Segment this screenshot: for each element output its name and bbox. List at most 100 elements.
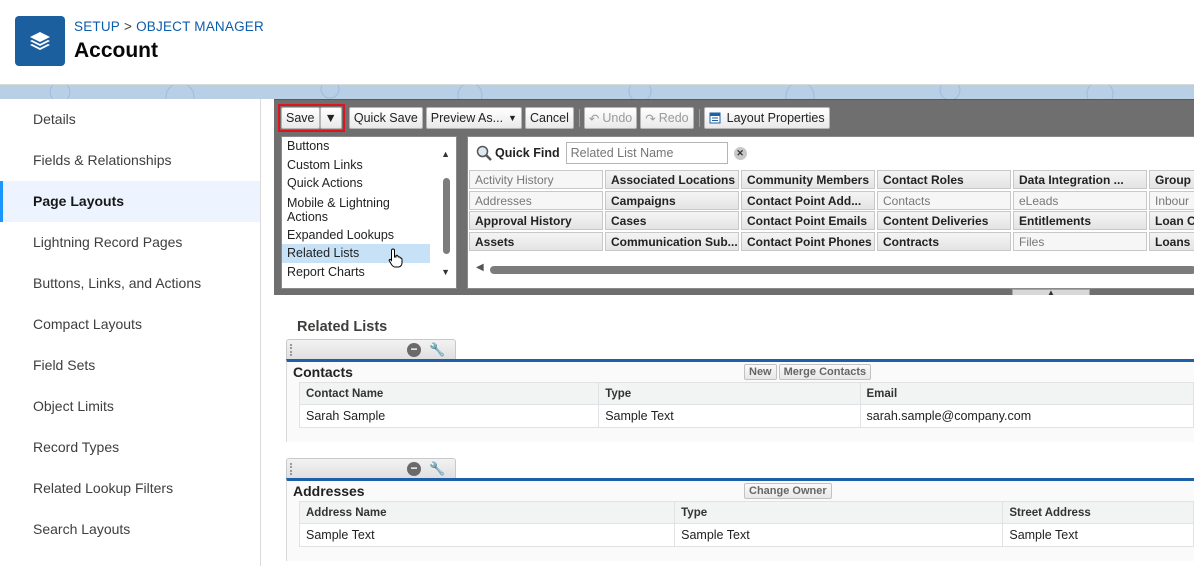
palette-item[interactable]: Assets [469,232,603,252]
save-button-group: Save ▼ [278,104,345,132]
remove-icon[interactable]: − [407,462,421,476]
layout-properties-button[interactable]: Layout Properties [703,107,830,129]
sidebar-item-page-layouts[interactable]: Page Layouts [0,181,260,222]
category-expanded-lookups[interactable]: Expanded Lookups [282,226,456,245]
palette-item[interactable]: Campaigns [605,190,739,210]
preview-as-button[interactable]: Preview As... ▼ [425,107,522,129]
undo-button[interactable]: ↶ Undo [583,107,638,129]
table-header-row: Contact Name Type Email [298,382,1194,405]
table-cell: sarah.sample@company.com [859,404,1194,428]
palette-item[interactable]: Contact Point Add... [741,190,875,210]
category-related-lists[interactable]: Related Lists [282,244,430,268]
drag-grip-icon[interactable] [290,463,293,475]
category-scrollbar[interactable]: ▲ ▼ [438,137,456,288]
palette-items-panel: Quick Find ✕ Activity HistoryAssociated … [467,136,1194,289]
new-button[interactable]: New [744,364,777,380]
related-list-body: Addresses Change Owner Address Name Type… [286,478,1194,561]
palette-item[interactable]: Entitlements [1013,211,1147,231]
quick-save-button[interactable]: Quick Save [348,107,423,129]
palette-item[interactable]: Associated Locations [605,170,739,189]
save-options-dropdown[interactable]: ▼ [319,107,342,129]
table-row: Sample Text Sample Text Sample Text [298,523,1194,547]
palette-horizontal-scrollbar[interactable]: ◀ [476,262,1194,275]
palette-item[interactable]: Contact Point Phones [741,232,875,252]
horizontal-scrollbar-thumb[interactable] [490,266,1194,274]
remove-icon[interactable]: − [407,343,421,357]
drag-grip-icon[interactable] [290,344,293,356]
column-header: Type [598,382,861,405]
scroll-up-arrow-icon[interactable]: ▲ [441,149,450,159]
palette-item[interactable]: eLeads [1013,190,1147,210]
breadcrumb-separator: > [124,19,133,34]
palette: Save ▼ Quick Save Preview As... ▼ Cancel … [274,99,1194,297]
wrench-icon[interactable]: 🔧 [429,342,445,358]
sidebar-item-lightning-record-pages[interactable]: Lightning Record Pages [0,222,260,263]
palette-item[interactable]: Contact Point Emails [741,211,875,231]
save-button[interactable]: Save [281,107,320,129]
redo-button[interactable]: ↷ Redo [640,107,694,129]
category-mobile-lightning-actions[interactable]: Mobile & Lightning Actions [282,193,427,226]
scrollbar-thumb[interactable] [443,178,450,254]
page-header: SETUP > OBJECT MANAGER Account [0,0,1194,85]
palette-category-list: Buttons Custom Links Quick Actions Mobil… [281,136,457,289]
related-list-handle[interactable]: − 🔧 [286,339,456,359]
breadcrumb-setup-link[interactable]: SETUP [74,19,120,34]
sidebar-item-related-lookup-filters[interactable]: Related Lookup Filters [0,468,260,509]
palette-item[interactable]: Approval History [469,211,603,231]
palette-item[interactable]: Data Integration ... [1013,170,1147,189]
table-cell: Sample Text [298,523,676,547]
breadcrumb-object-manager-link[interactable]: OBJECT MANAGER [136,19,264,34]
palette-item[interactable]: Loan C [1149,211,1194,231]
palette-item[interactable]: Addresses [469,190,603,210]
scroll-left-arrow-icon[interactable]: ◀ [476,262,484,273]
sidebar: Details Fields & Relationships Page Layo… [0,99,261,566]
quick-find-label: Quick Find [495,146,560,160]
table-row: Sarah Sample Sample Text sarah.sample@co… [298,404,1194,428]
sidebar-item-compact-layouts[interactable]: Compact Layouts [0,304,260,345]
palette-item[interactable]: Inbour [1149,190,1194,210]
category-quick-actions[interactable]: Quick Actions [282,174,456,193]
palette-item[interactable]: Contracts [877,232,1011,252]
sidebar-item-fields-relationships[interactable]: Fields & Relationships [0,140,260,181]
column-header: Street Address [1002,501,1194,524]
sidebar-item-details[interactable]: Details [0,99,260,140]
clear-search-icon[interactable]: ✕ [733,146,747,160]
section-title: Related Lists [297,319,388,335]
palette-item[interactable]: Content Deliveries [877,211,1011,231]
layout-properties-label: Layout Properties [726,111,825,125]
related-list-table: Address Name Type Street Address Sample … [298,501,1194,547]
quick-find: Quick Find ✕ [476,142,747,164]
category-custom-links[interactable]: Custom Links [282,156,456,175]
sidebar-item-field-sets[interactable]: Field Sets [0,345,260,386]
cancel-button[interactable]: Cancel [524,107,574,129]
change-owner-button[interactable]: Change Owner [744,483,832,499]
save-label: Save [286,111,315,125]
preview-as-label: Preview As... [430,111,504,125]
palette-item[interactable]: Contacts [877,190,1011,210]
related-list-footer [287,428,1194,442]
palette-item[interactable]: Contact Roles [877,170,1011,189]
palette-item[interactable]: Loans [1149,232,1194,252]
quick-find-input[interactable] [565,142,728,164]
sidebar-item-record-types[interactable]: Record Types [0,427,260,468]
sidebar-item-object-limits[interactable]: Object Limits [0,386,260,427]
palette-item[interactable]: Activity History [469,170,603,189]
column-header: Contact Name [298,382,600,405]
table-cell: Sarah Sample [298,404,600,428]
sidebar-item-search-layouts[interactable]: Search Layouts [0,509,260,550]
wrench-icon[interactable]: 🔧 [429,461,445,477]
related-list-handle[interactable]: − 🔧 [286,458,456,478]
table-cell: Sample Text [674,523,1004,547]
merge-contacts-button[interactable]: Merge Contacts [778,364,872,380]
category-buttons[interactable]: Buttons [282,137,456,156]
category-report-charts[interactable]: Report Charts [282,263,456,282]
palette-item[interactable]: Cases [605,211,739,231]
search-icon [476,145,492,161]
scroll-down-arrow-icon[interactable]: ▼ [441,267,450,277]
palette-item[interactable]: Communication Sub... [605,232,739,252]
hand-cursor-icon [388,248,403,268]
palette-item[interactable]: Group [1149,170,1194,189]
palette-item[interactable]: Files [1013,232,1147,252]
palette-item[interactable]: Community Members [741,170,875,189]
sidebar-item-buttons-links-actions[interactable]: Buttons, Links, and Actions [0,263,260,304]
